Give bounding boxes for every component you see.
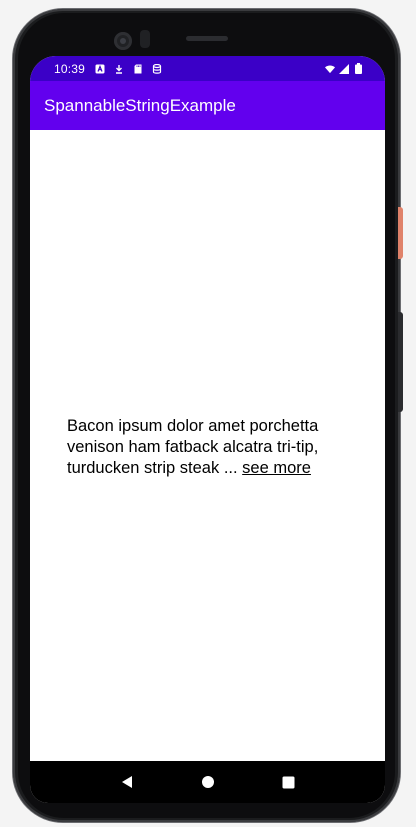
- emulator-stage: 10:39 SpannableStringExample Bacon ipsum…: [0, 0, 416, 827]
- earpiece-speaker: [186, 36, 228, 41]
- see-more-link[interactable]: see more: [242, 459, 311, 477]
- navigation-bar: [30, 761, 385, 803]
- back-icon[interactable]: [117, 772, 137, 792]
- status-notification-icons: [95, 63, 162, 74]
- status-system-icons: [325, 63, 363, 74]
- sd-card-icon: [133, 64, 143, 74]
- app-bar: SpannableStringExample: [30, 81, 385, 130]
- sensor-icon: [140, 30, 150, 48]
- front-camera-icon: [114, 32, 132, 50]
- volume-button[interactable]: [398, 312, 403, 412]
- recents-icon[interactable]: [279, 772, 299, 792]
- status-time: 10:39: [54, 61, 86, 76]
- power-button[interactable]: [398, 207, 403, 259]
- device-screen: 10:39 SpannableStringExample Bacon ipsum…: [30, 56, 385, 803]
- app-title: SpannableStringExample: [44, 95, 236, 115]
- home-icon[interactable]: [198, 772, 218, 792]
- download-icon: [114, 64, 124, 74]
- battery-icon: [353, 63, 363, 74]
- spannable-text-view: Bacon ipsum dolor amet porchetta venison…: [67, 416, 357, 479]
- status-bar: 10:39: [30, 56, 385, 81]
- wifi-icon: [325, 64, 335, 74]
- a-notification-icon: [95, 64, 105, 74]
- signal-icon: [339, 63, 349, 74]
- database-icon: [152, 63, 162, 74]
